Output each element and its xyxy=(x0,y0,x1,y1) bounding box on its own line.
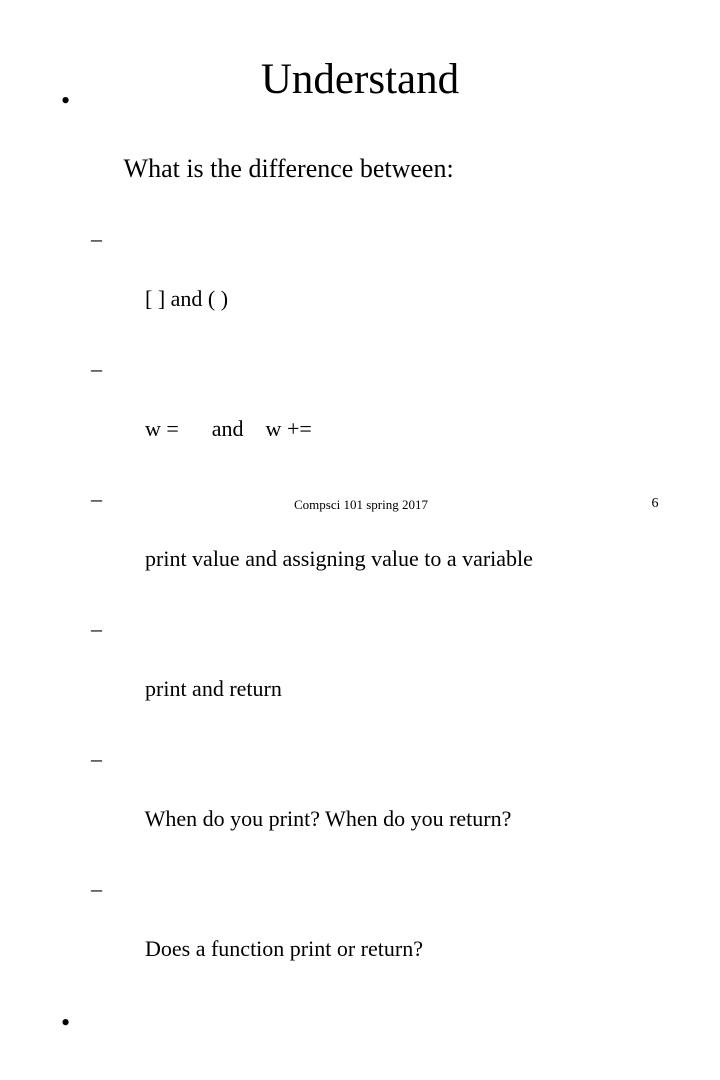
dash-icon: – xyxy=(91,616,102,641)
dash-icon: – xyxy=(91,226,102,251)
bullet-level2-label: print value and assigning value to a var… xyxy=(145,546,533,571)
bullet-level2-label: print and return xyxy=(145,676,282,701)
slide-page-number: 6 xyxy=(651,496,659,511)
bullet-level1: • if, for, range, strings, lists xyxy=(0,1006,720,1080)
dash-icon: – xyxy=(91,356,102,381)
bullet-point-icon: • xyxy=(61,86,71,115)
bullet-level2-label: Does a function print or return? xyxy=(145,936,423,961)
dash-icon: – xyxy=(91,876,102,901)
bullet-level2: – [ ] and ( ) xyxy=(0,224,720,344)
slide-footer-course: Compsci 101 spring 2017 xyxy=(294,497,428,512)
slide: Understand • What is the difference betw… xyxy=(0,0,720,1080)
bullet-level2-label: When do you print? When do you return? xyxy=(144,806,512,831)
bullet-level2: – Does a function print or return? xyxy=(0,874,720,994)
bullet-level1: • What is the difference between: xyxy=(0,84,720,220)
dash-icon: – xyxy=(91,746,102,771)
bullet-level2: – When do you print? When do you return? xyxy=(0,744,720,864)
bullet-level2: – w = and w += xyxy=(0,354,720,474)
bullet-level1-label: if, for, range, strings, lists xyxy=(124,1076,390,1080)
slide-body: • What is the difference between: – [ ] … xyxy=(0,84,720,1080)
bullet-level2: – print and return xyxy=(0,614,720,734)
bullet-level2-label: w = and w += xyxy=(145,416,312,441)
bullet-level2-label: [ ] and ( ) xyxy=(145,286,229,311)
bullet-level1-label: What is the difference between: xyxy=(123,154,454,183)
bullet-point-icon: • xyxy=(61,1008,71,1037)
dash-icon: – xyxy=(91,486,102,511)
